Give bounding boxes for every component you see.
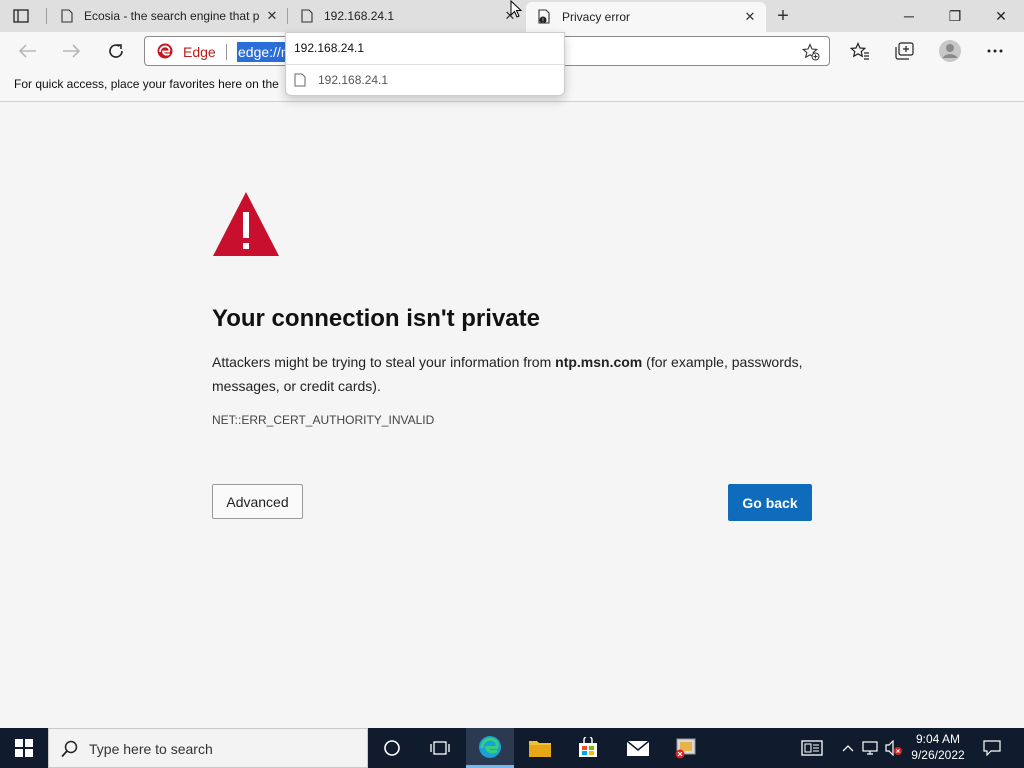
taskbar-edge[interactable] bbox=[466, 728, 514, 768]
start-button[interactable] bbox=[0, 728, 48, 768]
clock-time: 9:04 AM bbox=[915, 732, 961, 746]
tab-title: Privacy error bbox=[562, 10, 631, 24]
taskbar-store[interactable] bbox=[564, 728, 612, 768]
mouse-cursor-icon bbox=[510, 0, 522, 18]
address-suggestions-dropdown: 192.168.24.1 192.168.24.1 bbox=[285, 32, 565, 96]
taskbar: Type here to search 9:04 AM 9/26/2022 bbox=[0, 728, 1024, 768]
cortana-icon bbox=[384, 740, 400, 756]
description-text: Attackers might be trying to steal your … bbox=[212, 354, 556, 370]
dropdown-divider bbox=[286, 64, 564, 65]
add-favorite-button[interactable] bbox=[801, 42, 821, 62]
task-view-icon bbox=[430, 741, 450, 755]
close-window-button[interactable]: ✕ bbox=[978, 0, 1024, 32]
minimize-icon: ─ bbox=[904, 8, 914, 24]
clock[interactable]: 9:04 AM 9/26/2022 bbox=[906, 731, 970, 763]
tab-privacy-error[interactable]: ! Privacy error ✕ bbox=[526, 2, 766, 32]
new-tab-button[interactable]: + bbox=[772, 5, 794, 27]
arrow-right-icon bbox=[63, 44, 80, 58]
show-hidden-icons[interactable] bbox=[838, 738, 858, 758]
tab-separator bbox=[46, 8, 47, 24]
warning-page-icon: ! bbox=[538, 9, 552, 25]
taskbar-file-explorer[interactable] bbox=[516, 728, 564, 768]
volume-muted-icon bbox=[885, 740, 902, 756]
advanced-button[interactable]: Advanced bbox=[212, 484, 303, 519]
search-icon bbox=[61, 740, 78, 758]
collections-icon bbox=[895, 42, 914, 60]
taskbar-mail[interactable] bbox=[614, 728, 662, 768]
suggestion-item[interactable]: 192.168.24.1 bbox=[286, 66, 564, 94]
suggestion-text: 192.168.24.1 bbox=[318, 73, 389, 87]
search-placeholder: Type here to search bbox=[89, 741, 213, 757]
plus-icon: + bbox=[777, 4, 789, 27]
network-status[interactable] bbox=[861, 738, 881, 758]
settings-more-button[interactable] bbox=[980, 36, 1010, 66]
news-widget[interactable] bbox=[800, 738, 824, 758]
error-description: Attackers might be trying to steal your … bbox=[212, 350, 822, 398]
arrow-left-icon bbox=[19, 44, 36, 58]
avatar-icon bbox=[939, 40, 961, 62]
minimize-button[interactable]: ─ bbox=[886, 0, 932, 32]
notification-icon bbox=[983, 740, 1001, 756]
site-identity-label: Edge bbox=[183, 44, 216, 60]
windows-logo-icon bbox=[15, 739, 33, 757]
favorites-hint: For quick access, place your favorites h… bbox=[14, 77, 279, 91]
tab-title: 192.168.24.1 bbox=[324, 9, 395, 23]
notifications-button[interactable] bbox=[982, 738, 1002, 758]
taskbar-app[interactable] bbox=[662, 728, 710, 768]
profile-button[interactable] bbox=[935, 36, 965, 66]
page-icon bbox=[300, 8, 314, 24]
tab-ecosia[interactable]: Ecosia - the search engine that p ✕ bbox=[48, 0, 288, 32]
host-name: ntp.msn.com bbox=[555, 354, 643, 370]
url-text[interactable]: edge://n bbox=[237, 42, 285, 62]
news-icon bbox=[801, 740, 823, 756]
page-icon bbox=[60, 8, 74, 24]
forward-button[interactable] bbox=[56, 36, 86, 66]
volume-status[interactable] bbox=[884, 738, 904, 758]
page-icon bbox=[294, 73, 306, 87]
cortana-button[interactable] bbox=[368, 728, 416, 768]
star-add-icon bbox=[802, 43, 820, 61]
tab-actions-button[interactable] bbox=[10, 6, 32, 26]
close-tab-icon[interactable]: ✕ bbox=[740, 7, 760, 27]
refresh-button[interactable] bbox=[101, 36, 131, 66]
address-separator bbox=[226, 44, 227, 60]
tab-title: Ecosia - the search engine that p bbox=[84, 9, 260, 23]
more-icon bbox=[987, 49, 1003, 53]
collections-button[interactable] bbox=[890, 36, 920, 66]
folder-icon bbox=[529, 741, 551, 757]
error-code: NET::ERR_CERT_AUTHORITY_INVALID bbox=[212, 413, 435, 427]
go-back-button[interactable]: Go back bbox=[728, 484, 812, 521]
restore-button[interactable]: ❐ bbox=[932, 0, 978, 32]
typed-address[interactable]: 192.168.24.1 bbox=[294, 41, 364, 55]
taskbar-search-box[interactable]: Type here to search bbox=[48, 728, 368, 768]
network-icon bbox=[862, 741, 878, 755]
favorites-icon bbox=[850, 42, 869, 60]
task-view-button[interactable] bbox=[416, 728, 464, 768]
tab-actions-icon bbox=[13, 9, 29, 23]
refresh-icon bbox=[109, 44, 123, 58]
clock-date: 9/26/2022 bbox=[911, 748, 965, 762]
back-button[interactable] bbox=[13, 36, 43, 66]
error-page: Your connection isn't private Attackers … bbox=[0, 102, 1024, 728]
mail-icon bbox=[626, 740, 650, 756]
close-icon: ✕ bbox=[995, 7, 1007, 24]
edge-logo-icon bbox=[157, 43, 173, 59]
page-title: Your connection isn't private bbox=[212, 305, 540, 332]
tab-192-168-24-1[interactable]: 192.168.24.1 ✕ bbox=[288, 0, 526, 32]
edge-icon bbox=[479, 735, 501, 758]
app-error-icon bbox=[675, 738, 696, 759]
restore-icon: ❐ bbox=[948, 7, 962, 24]
store-icon bbox=[579, 737, 597, 757]
close-tab-icon[interactable]: ✕ bbox=[262, 6, 282, 26]
warning-icon bbox=[213, 192, 279, 256]
favorites-button[interactable] bbox=[845, 36, 875, 66]
chevron-up-icon bbox=[842, 745, 854, 752]
